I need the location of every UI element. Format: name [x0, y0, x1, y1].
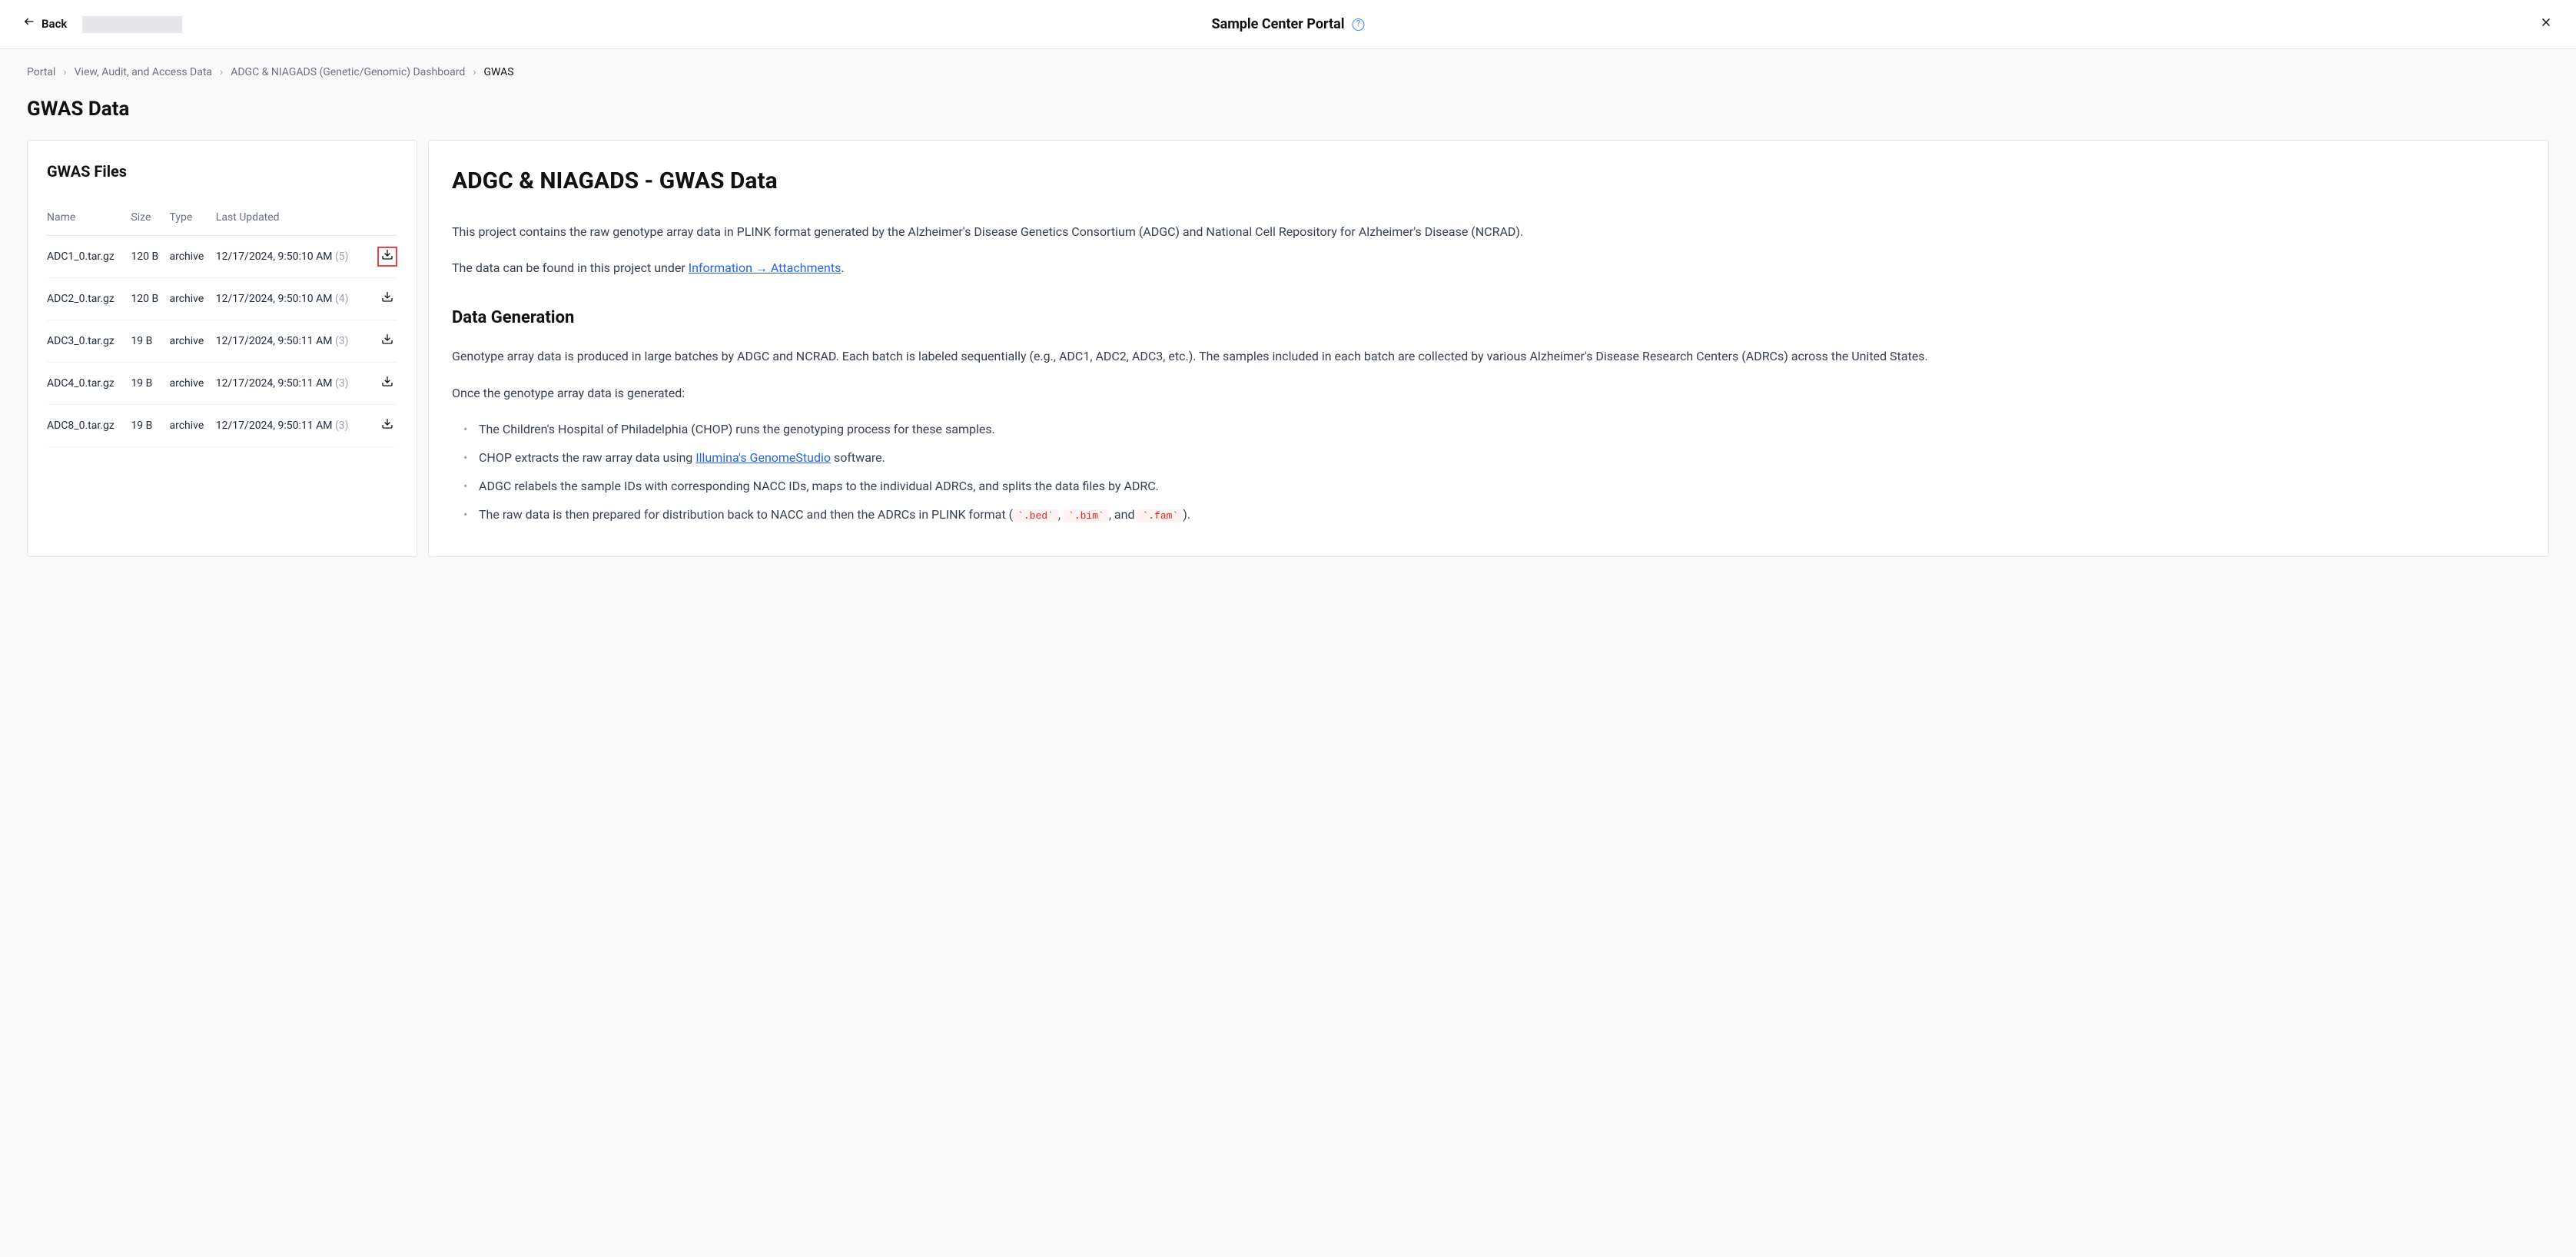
file-updated: 12/17/2024, 9:50:10 AM (5): [216, 236, 374, 278]
code-fam: `.fam`: [1137, 509, 1183, 522]
file-size: 19 B: [131, 363, 169, 405]
page-portal-title: Sample Center Portal: [1211, 14, 1344, 35]
list-item: CHOP extracts the raw array data using I…: [463, 447, 2525, 468]
file-type: archive: [169, 320, 215, 363]
table-row: ADC1_0.tar.gz120 Barchive12/17/2024, 9:5…: [47, 236, 397, 278]
col-last-updated: Last Updated: [216, 202, 374, 236]
breadcrumb: Portal › View, Audit, and Access Data › …: [27, 65, 2549, 81]
breadcrumb-link[interactable]: ADGC & NIAGADS (Genetic/Genomic) Dashboa…: [231, 65, 465, 81]
text-span: The data can be found in this project un…: [452, 260, 689, 275]
text-span: , and: [1109, 507, 1138, 522]
text-span: ).: [1183, 507, 1190, 522]
file-name: ADC8_0.tar.gz: [47, 405, 131, 447]
file-updated: 12/17/2024, 9:50:11 AM (3): [216, 363, 374, 405]
download-icon: [381, 417, 393, 435]
file-revision: (5): [335, 250, 349, 263]
back-button[interactable]: Back: [23, 15, 67, 33]
file-updated: 12/17/2024, 9:50:10 AM (4): [216, 278, 374, 320]
download-button[interactable]: [377, 289, 397, 309]
info-paragraph: Genotype array data is produced in large…: [452, 346, 2525, 366]
breadcrumb-current: GWAS: [483, 65, 513, 81]
col-type: Type: [169, 202, 215, 236]
info-paragraph: Once the genotype array data is generate…: [452, 383, 2525, 403]
text-span: ,: [1058, 507, 1064, 522]
page-title: GWAS Data: [27, 95, 2549, 124]
chevron-right-icon: ›: [473, 65, 476, 81]
breadcrumb-link[interactable]: View, Audit, and Access Data: [75, 65, 212, 81]
table-row: ADC3_0.tar.gz19 Barchive12/17/2024, 9:50…: [47, 320, 397, 363]
info-paragraph: This project contains the raw genotype a…: [452, 221, 2525, 242]
arrow-left-icon: [23, 15, 35, 33]
file-updated: 12/17/2024, 9:50:11 AM (3): [216, 320, 374, 363]
file-name: ADC3_0.tar.gz: [47, 320, 131, 363]
table-row: ADC2_0.tar.gz120 Barchive12/17/2024, 9:5…: [47, 278, 397, 320]
chevron-right-icon: ›: [220, 65, 223, 81]
info-attachments-link[interactable]: Information → Attachments: [689, 260, 842, 275]
list-item: The raw data is then prepared for distri…: [463, 504, 2525, 525]
info-paragraph: The data can be found in this project un…: [452, 257, 2525, 278]
close-button[interactable]: [2539, 12, 2553, 37]
file-name: ADC2_0.tar.gz: [47, 278, 131, 320]
text-span: The raw data is then prepared for distri…: [479, 507, 1013, 522]
file-revision: (3): [335, 420, 349, 432]
genomestudio-link[interactable]: Illumina's GenomeStudio: [695, 450, 831, 465]
info-title: ADGC & NIAGADS - GWAS Data: [452, 164, 2525, 198]
file-revision: (4): [335, 293, 349, 305]
download-icon: [381, 290, 393, 308]
text-span: CHOP extracts the raw array data using: [479, 450, 695, 465]
files-table: Name Size Type Last Updated ADC1_0.tar.g…: [47, 202, 397, 447]
text-span: .: [841, 260, 844, 275]
help-icon[interactable]: ?: [1353, 18, 1365, 31]
download-button[interactable]: [377, 247, 397, 267]
col-name: Name: [47, 202, 131, 236]
file-size: 120 B: [131, 236, 169, 278]
file-revision: (3): [335, 335, 349, 347]
col-size: Size: [131, 202, 169, 236]
download-icon: [381, 375, 393, 393]
chevron-right-icon: ›: [63, 65, 66, 81]
close-icon: [2539, 15, 2553, 34]
section-heading: Data Generation: [452, 305, 2525, 330]
files-panel-title: GWAS Files: [47, 160, 397, 183]
table-row: ADC4_0.tar.gz19 Barchive12/17/2024, 9:50…: [47, 363, 397, 405]
list-item: ADGC relabels the sample IDs with corres…: [463, 476, 2525, 496]
file-name: ADC1_0.tar.gz: [47, 236, 131, 278]
download-button[interactable]: [377, 416, 397, 436]
logo-placeholder: [82, 16, 182, 33]
file-size: 19 B: [131, 405, 169, 447]
info-panel: ADGC & NIAGADS - GWAS Data This project …: [428, 140, 2549, 557]
file-type: archive: [169, 236, 215, 278]
code-bed: `.bed`: [1013, 509, 1058, 522]
list-item: The Children's Hospital of Philadelphia …: [463, 419, 2525, 439]
table-row: ADC8_0.tar.gz19 Barchive12/17/2024, 9:50…: [47, 405, 397, 447]
breadcrumb-link[interactable]: Portal: [27, 65, 55, 81]
info-list: The Children's Hospital of Philadelphia …: [452, 419, 2525, 526]
back-label: Back: [41, 15, 67, 33]
download-icon: [381, 248, 393, 266]
file-name: ADC4_0.tar.gz: [47, 363, 131, 405]
download-button[interactable]: [377, 373, 397, 393]
code-bim: `.bim`: [1064, 509, 1109, 522]
file-type: archive: [169, 363, 215, 405]
text-span: software.: [831, 450, 885, 465]
file-updated: 12/17/2024, 9:50:11 AM (3): [216, 405, 374, 447]
file-type: archive: [169, 278, 215, 320]
file-revision: (3): [335, 377, 349, 390]
files-panel: GWAS Files Name Size Type Last Updated A…: [27, 140, 417, 557]
download-button[interactable]: [377, 331, 397, 351]
file-size: 120 B: [131, 278, 169, 320]
file-type: archive: [169, 405, 215, 447]
download-icon: [381, 333, 393, 350]
file-size: 19 B: [131, 320, 169, 363]
